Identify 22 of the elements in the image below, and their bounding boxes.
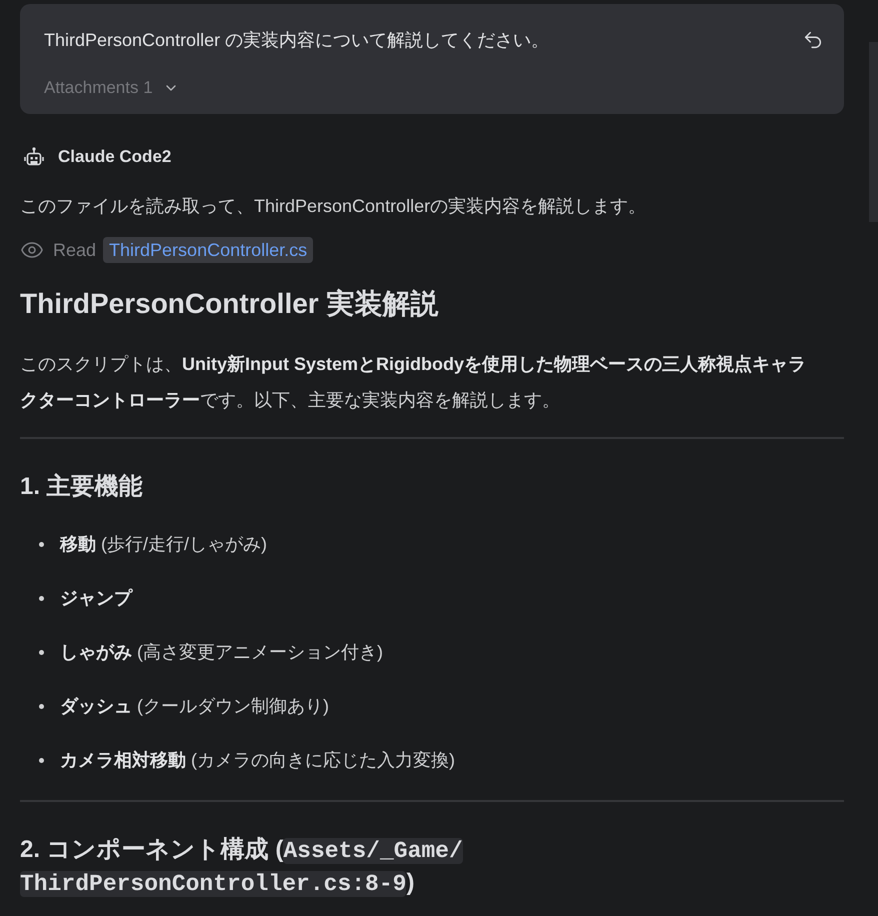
attachments-toggle[interactable]: Attachments 1 bbox=[44, 76, 179, 100]
response-title: ThirdPersonController 実装解説 bbox=[20, 287, 440, 321]
section-heading: 2. コンポーネント構成 (Assets/_Game/ThirdPersonController.cs:8-9) bbox=[20, 835, 464, 899]
prompt-message: ThirdPersonController の実装内容について解説してください。 bbox=[44, 29, 550, 52]
list-item-text: 移動 (歩行/走行/しゃがみ) bbox=[60, 533, 267, 556]
list-item-text: ジャンプ bbox=[60, 587, 132, 610]
summary-text: このスクリプトは、Unity新Input SystemとRigidbodyを使用した物理ベースの三人称視点キャラクターコントローラーです。以下、主要な実装内容を解説します。 bbox=[20, 353, 808, 412]
author-name: Claude Code2 bbox=[58, 146, 172, 168]
intro-text: このファイルを読み取って、ThirdPersonControllerの実装内容を解説します。 bbox=[20, 195, 648, 218]
list-item-text: ダッシュ (クールダウン制御あり) bbox=[60, 695, 329, 718]
undo-icon[interactable] bbox=[802, 29, 824, 51]
bullet-icon bbox=[39, 704, 44, 708]
file-link[interactable]: ThirdPersonController.cs bbox=[103, 237, 314, 263]
list-item-text: カメラ相対移動 (カメラの向きに応じた入力変換) bbox=[60, 749, 455, 772]
bullet-icon bbox=[39, 596, 44, 600]
section-heading: 1. 主要機能 bbox=[20, 472, 143, 502]
bullet-icon bbox=[39, 542, 44, 546]
bullet-icon bbox=[39, 758, 44, 762]
bullet-icon bbox=[39, 650, 44, 654]
robot-icon bbox=[24, 147, 44, 167]
tool-action: Read bbox=[53, 238, 96, 262]
list-item-text: しゃがみ (高さ変更アニメーション付き) bbox=[60, 641, 383, 664]
